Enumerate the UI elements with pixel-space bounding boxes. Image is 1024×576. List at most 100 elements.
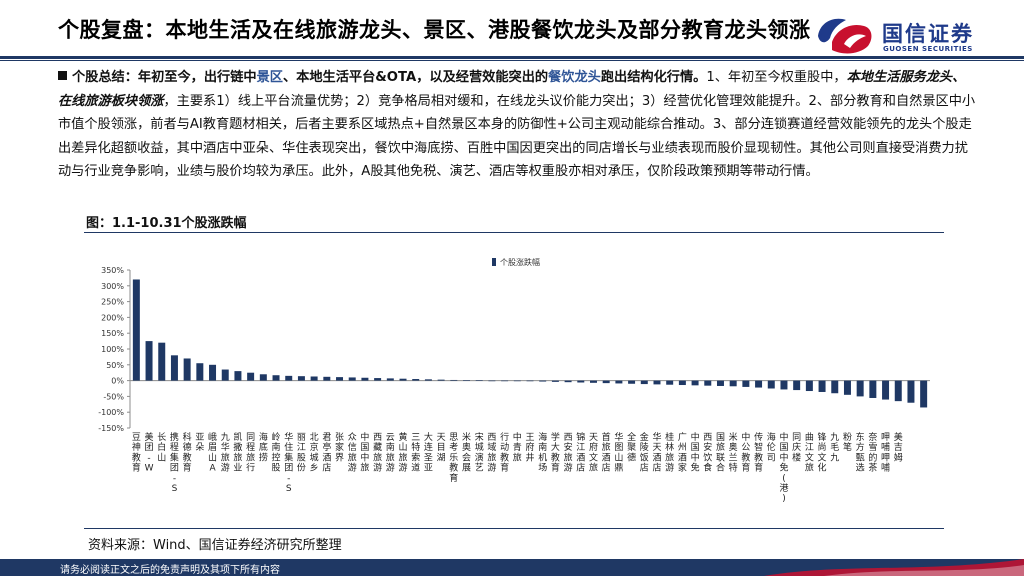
source-note: 资料来源：Wind、国信证券经济研究所整理 — [88, 538, 342, 553]
bar — [437, 379, 445, 381]
x-category-label: 美吉姆 — [894, 431, 903, 463]
x-category-label: 西域旅游 — [487, 432, 496, 474]
bar — [336, 377, 344, 381]
bar — [183, 358, 191, 381]
x-category-label: 西安饮食 — [703, 432, 712, 474]
bar — [793, 380, 801, 391]
bar — [374, 378, 382, 381]
x-category-label: 西藏旅游 — [373, 432, 382, 474]
bar — [907, 380, 915, 403]
bar — [221, 369, 229, 381]
x-category-label: 中公教育 — [741, 431, 750, 474]
x-category-label: 长白山 — [157, 431, 166, 463]
bar — [767, 380, 775, 389]
bar — [640, 380, 648, 385]
summary-lead: 个股总结：年初至今，出行链中 — [72, 70, 257, 85]
x-category-label: 九华旅游 — [221, 432, 230, 474]
x-category-label: 科德教育 — [183, 431, 192, 474]
y-tick-label: 0% — [111, 377, 124, 386]
page-title: 个股复盘：本地生活及在线旅游龙头、景区、港股餐饮龙头及部分教育龙头领涨 — [58, 18, 811, 42]
summary-text-2: ，主要系1）线上平台流量优势；2）竞争格局相对缓和，在线龙头议价能力突出；3）经… — [58, 93, 976, 180]
bar — [259, 374, 267, 381]
x-category-label: 桂林旅游 — [665, 431, 674, 474]
logo: 国信证券 GUOSEN SECURITIES — [814, 14, 1014, 58]
x-category-label: 锦江酒店 — [576, 431, 585, 474]
y-tick-label: -100% — [98, 408, 124, 417]
x-category-label: 国旅联合 — [716, 432, 725, 474]
figure-divider — [84, 232, 944, 233]
bar — [412, 379, 420, 381]
x-category-label: 北京城乡 — [310, 432, 319, 474]
bar — [551, 380, 559, 382]
bar — [488, 380, 496, 382]
bar — [348, 377, 356, 381]
bar — [361, 377, 369, 381]
x-category-label: 华住集团-S — [284, 431, 293, 494]
summary-text-1: 1、年初至今权重股中， — [706, 70, 847, 85]
bar — [323, 376, 331, 381]
summary-highlight-catering: 餐饮龙头 — [548, 70, 601, 85]
x-category-label: 东方甄选 — [856, 431, 865, 474]
summary-highlight-scenic: 景区 — [256, 70, 283, 85]
summary-paragraph: 个股总结：年初至今，出行链中景区、本地生活平台&OTA，以及经营效能突出的餐饮龙… — [58, 66, 978, 184]
bar — [158, 342, 166, 381]
bar — [856, 380, 864, 397]
bar — [653, 380, 661, 385]
legend-label: 个股涨跌幅 — [500, 257, 540, 267]
x-category-label: 亚朵 — [195, 432, 204, 453]
bar — [894, 380, 902, 402]
bar — [297, 376, 305, 381]
x-category-label: 中国中旅 — [360, 431, 369, 474]
y-tick-label: 200% — [101, 313, 124, 322]
bar — [196, 363, 204, 381]
summary-lead-2: 、本地生活平台&OTA，以及经营效能突出的 — [283, 70, 549, 85]
y-tick-label: 250% — [101, 298, 124, 307]
title-bar: 个股复盘：本地生活及在线旅游龙头、景区、港股餐饮龙头及部分教育龙头领涨 国信证券… — [0, 0, 1024, 62]
x-category-label: 三特索道 — [411, 433, 420, 474]
x-category-label: 米奥兰特 — [729, 431, 738, 474]
x-category-label: 同程旅行 — [246, 432, 255, 474]
bar — [755, 380, 763, 388]
x-category-label: 西安旅游 — [564, 432, 573, 474]
x-category-label: 海底捞 — [259, 431, 268, 463]
x-category-label: 岭南控股 — [272, 431, 281, 474]
summary-lead-3: 跑出结构化行情。 — [600, 70, 707, 85]
bar — [602, 380, 610, 384]
bar — [285, 375, 293, 381]
bar — [450, 379, 458, 381]
x-category-label: 众信旅游 — [348, 432, 357, 474]
x-category-label: 华图山鼎 — [614, 431, 623, 474]
x-category-label: 九毛九 — [830, 432, 839, 463]
y-tick-label: 300% — [101, 282, 124, 291]
footer-bar: 请务必阅读正文之后的免责声明及其项下所有内容 — [0, 559, 1024, 576]
title-divider — [0, 56, 1024, 59]
bar — [780, 380, 788, 390]
bar — [577, 380, 585, 383]
x-category-label: 首旅酒店 — [602, 431, 611, 474]
logo-text-cn: 国信证券 — [882, 22, 974, 46]
x-category-label: 中青旅 — [513, 431, 522, 463]
x-category-label: 云南旅游 — [386, 433, 395, 474]
x-category-label: 豆神教育 — [132, 432, 141, 474]
x-category-label: 黄山旅游 — [399, 431, 408, 474]
x-category-label: 粉笔 — [843, 431, 852, 453]
x-category-label: 峨眉山 A — [208, 431, 217, 474]
bar — [628, 380, 636, 384]
x-category-label: 携程集团-S — [170, 431, 179, 494]
bar — [805, 380, 813, 392]
square-bullet-icon — [58, 71, 67, 80]
footer-disclaimer: 请务必阅读正文之后的免责声明及其项下所有内容 — [60, 565, 280, 576]
x-category-label: 大连圣亚 — [424, 431, 433, 474]
bar — [831, 380, 839, 394]
bar — [716, 380, 724, 386]
x-category-label: 海南机场 — [538, 431, 547, 474]
x-category-label: 凯撒旅业 — [233, 431, 242, 474]
x-category-label: 海伦司 — [767, 431, 776, 463]
bar — [386, 378, 394, 381]
bar — [526, 380, 534, 382]
bar — [247, 372, 255, 381]
y-tick-label: 350% — [101, 266, 124, 275]
x-category-label: 王府井 — [525, 432, 534, 463]
source-divider — [84, 528, 944, 529]
bar — [564, 380, 572, 383]
